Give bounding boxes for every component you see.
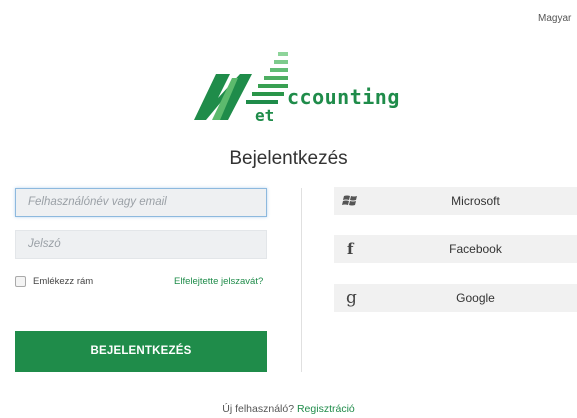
facebook-icon: f	[347, 240, 354, 258]
language-selector[interactable]: Magyar	[538, 13, 571, 24]
signup-prompt: Új felhasználó? Regisztráció	[0, 403, 577, 415]
microsoft-login-button[interactable]: Microsoft	[334, 187, 577, 215]
remember-label: Emlékezz rám	[33, 276, 94, 287]
signup-link[interactable]: Regisztráció	[297, 403, 355, 415]
password-input[interactable]: Jelszó	[15, 230, 267, 259]
remember-me[interactable]: Emlékezz rám	[15, 276, 93, 287]
google-label: Google	[456, 291, 495, 305]
logo-suffix: et	[255, 106, 275, 125]
remember-checkbox[interactable]	[15, 276, 26, 287]
google-icon: g	[346, 288, 357, 308]
netaccounting-logo: ccounting et	[192, 52, 414, 126]
facebook-label: Facebook	[449, 242, 502, 256]
microsoft-label: Microsoft	[451, 194, 500, 208]
page-title: Bejelentkezés	[229, 148, 348, 169]
signup-text: Új felhasználó?	[222, 403, 295, 415]
login-button[interactable]: BEJELENTKEZÉS	[15, 331, 267, 372]
windows-icon	[342, 187, 360, 215]
google-login-button[interactable]: g Google	[334, 284, 577, 312]
username-input[interactable]: Felhasználónév vagy email	[15, 188, 267, 217]
facebook-login-button[interactable]: f Facebook	[334, 235, 577, 263]
divider	[301, 188, 302, 372]
logo-wordmark: ccounting	[287, 85, 400, 109]
forgot-password-link[interactable]: Elfelejtette jelszavát?	[174, 276, 263, 287]
